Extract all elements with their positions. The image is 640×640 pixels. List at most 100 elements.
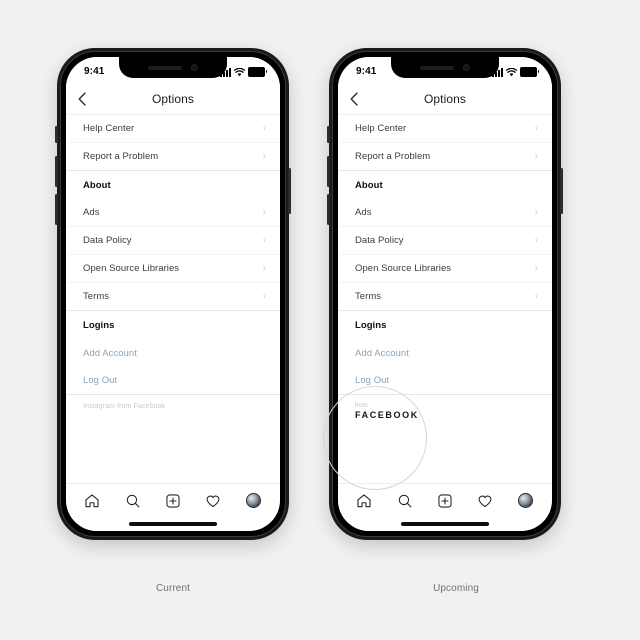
home-indicator[interactable]: [401, 522, 489, 526]
silence-switch[interactable]: [327, 126, 330, 143]
home-icon: [85, 493, 99, 507]
status-time: 9:41: [84, 66, 105, 77]
list-item-help-center[interactable]: Help Center ›: [338, 115, 552, 143]
front-camera-icon: [463, 64, 470, 71]
tab-home[interactable]: [355, 492, 373, 510]
tab-profile[interactable]: [245, 492, 263, 510]
notch: [391, 57, 499, 78]
heart-icon: [478, 495, 492, 507]
power-button[interactable]: [560, 168, 563, 214]
list-item-open-source-libraries[interactable]: Open Source Libraries ›: [338, 255, 552, 283]
home-indicator-area: [338, 517, 552, 531]
list-item-label: Terms: [83, 291, 110, 302]
list-item-help-center[interactable]: Help Center ›: [66, 115, 280, 143]
earpiece-speaker-icon: [148, 65, 182, 70]
front-camera-icon: [191, 64, 198, 71]
list-item-report-a-problem[interactable]: Report a Problem ›: [66, 143, 280, 171]
list-item-label: Ads: [83, 207, 100, 218]
chevron-right-icon: ›: [262, 122, 266, 134]
chevron-right-icon: ›: [262, 262, 266, 274]
list-item-data-policy[interactable]: Data Policy ›: [338, 227, 552, 255]
power-button[interactable]: [288, 168, 291, 214]
list-item-label: Terms: [355, 291, 382, 302]
phone-screen-upcoming: 9:41 Options Help Center › Report a Prob…: [338, 57, 552, 531]
caption-current: Current: [155, 583, 191, 594]
log-out-label: Log Out: [355, 375, 390, 386]
nav-bar: Options: [338, 83, 552, 115]
list-item-ads[interactable]: Ads ›: [66, 199, 280, 227]
tab-activity[interactable]: [476, 492, 494, 510]
search-icon: [126, 494, 139, 507]
add-account-button[interactable]: Add Account: [66, 339, 280, 367]
chevron-right-icon: ›: [262, 150, 266, 162]
phone-mockup-current: 9:41 Options Help Center › Report a Prob…: [55, 48, 291, 540]
home-indicator[interactable]: [129, 522, 217, 526]
page-title: Options: [151, 91, 195, 106]
branding-footer-current: Instagram from Facebook: [66, 395, 280, 483]
list-item-data-policy[interactable]: Data Policy ›: [66, 227, 280, 255]
caption-upcoming: Upcoming: [433, 583, 479, 594]
list-item-label: Help Center: [355, 123, 407, 134]
silence-switch[interactable]: [55, 126, 58, 143]
add-post-icon: [166, 493, 180, 508]
heart-icon: [206, 495, 220, 507]
chevron-right-icon: ›: [262, 234, 266, 246]
log-out-button[interactable]: Log Out: [338, 367, 552, 395]
profile-avatar-icon: [518, 493, 534, 508]
list-item-label: Open Source Libraries: [83, 263, 180, 274]
section-header-logins: Logins: [66, 311, 280, 339]
list-item-ads[interactable]: Ads ›: [338, 199, 552, 227]
list-item-label: Help Center: [83, 123, 135, 134]
brand-text: Instagram from Facebook: [83, 403, 166, 410]
list-item-label: Ads: [355, 207, 372, 218]
volume-up-button[interactable]: [55, 156, 58, 187]
battery-icon: [520, 66, 539, 77]
phone-screen-current: 9:41 Options Help Center › Report a Prob…: [66, 57, 280, 531]
tab-bar: [66, 483, 280, 517]
facebook-wordmark: FACEBOOK: [355, 410, 419, 420]
list-item-terms[interactable]: Terms ›: [338, 283, 552, 311]
chevron-right-icon: ›: [534, 150, 538, 162]
wifi-icon: [234, 67, 245, 76]
add-post-icon: [438, 493, 452, 508]
tab-add-post[interactable]: [164, 492, 182, 510]
chevron-right-icon: ›: [534, 206, 538, 218]
log-out-button[interactable]: Log Out: [66, 367, 280, 395]
list-item-open-source-libraries[interactable]: Open Source Libraries ›: [66, 255, 280, 283]
add-account-button[interactable]: Add Account: [338, 339, 552, 367]
add-account-label: Add Account: [355, 347, 409, 359]
chevron-right-icon: ›: [262, 290, 266, 302]
mockup-stage: 9:41 Options Help Center › Report a Prob…: [0, 0, 640, 640]
list-item-report-a-problem[interactable]: Report a Problem ›: [338, 143, 552, 171]
section-header-label: About: [355, 179, 383, 191]
status-icons: [220, 66, 267, 77]
chevron-right-icon: ›: [534, 290, 538, 302]
tab-activity[interactable]: [204, 492, 222, 510]
section-header-about: About: [66, 171, 280, 199]
earpiece-speaker-icon: [420, 65, 454, 70]
tab-home[interactable]: [83, 492, 101, 510]
status-icons: [492, 66, 539, 77]
phone-bezel: 9:41 Options Help Center › Report a Prob…: [60, 51, 286, 537]
tab-search[interactable]: [396, 492, 414, 510]
page-title: Options: [423, 91, 467, 106]
list-item-label: Data Policy: [355, 235, 404, 246]
tab-add-post[interactable]: [436, 492, 454, 510]
volume-up-button[interactable]: [327, 156, 330, 187]
search-icon: [398, 494, 411, 507]
options-list-upcoming: Help Center › Report a Problem › About A…: [338, 115, 552, 483]
tab-search[interactable]: [124, 492, 142, 510]
home-indicator-area: [66, 517, 280, 531]
tab-profile[interactable]: [517, 492, 535, 510]
add-account-label: Add Account: [83, 347, 137, 359]
list-item-label: Report a Problem: [83, 151, 159, 162]
chevron-right-icon: ›: [534, 262, 538, 274]
tab-bar: [338, 483, 552, 517]
phone-bezel: 9:41 Options Help Center › Report a Prob…: [332, 51, 558, 537]
list-item-label: Data Policy: [83, 235, 132, 246]
list-item-label: Open Source Libraries: [355, 263, 452, 274]
volume-down-button[interactable]: [55, 194, 58, 225]
profile-avatar-icon: [246, 493, 262, 508]
volume-down-button[interactable]: [327, 194, 330, 225]
list-item-terms[interactable]: Terms ›: [66, 283, 280, 311]
